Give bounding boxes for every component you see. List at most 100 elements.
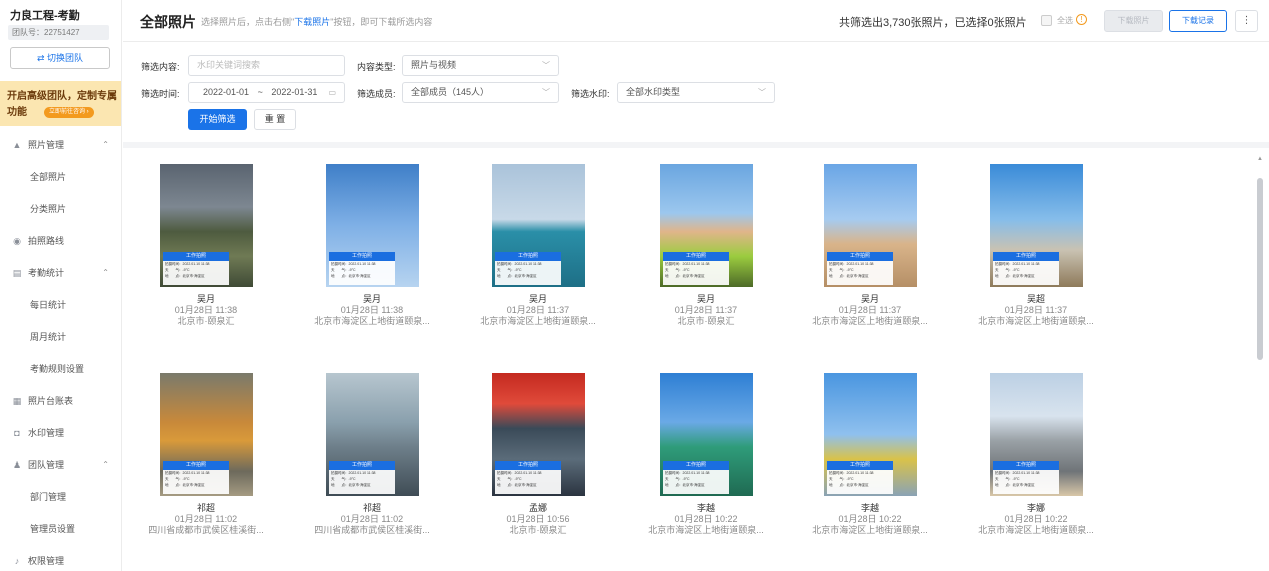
photo-location: 北京市海淀区上地街道颐泉... (978, 316, 1094, 326)
sidebar-item[interactable]: 分类照片 (0, 193, 121, 225)
content-type-label: 内容类型: (357, 62, 396, 72)
sidebar-item[interactable]: 每日统计 (0, 289, 121, 321)
sidebar-item[interactable]: ▲ 照片管理 ⌃ (0, 129, 121, 161)
reset-button[interactable]: 重 置 (254, 109, 296, 130)
scrollbar[interactable]: ▲ (1254, 156, 1264, 571)
watermark-overlay: 工作拍照 拍摄时间：2022.01.10 11:38 天 气：-9°C 地 点：北京市… (329, 461, 395, 494)
photo-thumbnail[interactable]: 工作拍照 拍摄时间：2022.01.10 11:38 天 气：-9°C 地 点：北京市… (160, 164, 253, 287)
photo-card[interactable]: 工作拍照 拍摄时间：2022.01.10 11:38 天 气：-9°C 地 点：北京市… (468, 148, 608, 348)
chevron-up-icon: ⌃ (102, 268, 109, 277)
sidebar-item-label: 权限管理 (28, 556, 65, 566)
sidebar-item[interactable]: ◉ 拍照路线 (0, 225, 121, 257)
watermark-select[interactable]: 全部水印类型 ﹀ (617, 82, 775, 103)
hint-text: "按钮，即可下载所选内容 (330, 17, 433, 27)
sidebar-item[interactable]: 部门管理 (0, 481, 121, 513)
promo-consult-button[interactable]: 立即前往咨询 › (44, 107, 94, 118)
date-separator: ~ (257, 87, 263, 97)
header-bar: 全部照片 选择照片后，点击右侧"下载照片"按钮，即可下载所选内容 共筛选出3,7… (123, 0, 1269, 42)
photo-thumbnail[interactable]: 工作拍照 拍摄时间：2022.01.10 11:38 天 气：-9°C 地 点：北京市… (326, 164, 419, 287)
sidebar-item[interactable]: ♪ 权限管理 (0, 545, 121, 571)
route-icon: ◉ (13, 236, 21, 246)
scrollbar-thumb[interactable] (1257, 178, 1263, 360)
content-type-select[interactable]: 照片与视频 ﹀ (402, 55, 559, 76)
watermark-title: 工作拍照 (163, 461, 229, 470)
watermark-title: 工作拍照 (495, 461, 561, 470)
keyword-search-input[interactable]: 水印关键词搜索 (188, 55, 345, 76)
photo-card[interactable]: 工作拍照 拍摄时间：2022.01.10 11:38 天 气：-9°C 地 点：北京市… (136, 357, 276, 557)
sidebar-item[interactable]: 管理员设置 (0, 513, 121, 545)
photo-thumbnail[interactable]: 工作拍照 拍摄时间：2022.01.10 11:38 天 气：-9°C 地 点：北京市… (824, 164, 917, 287)
photo-thumbnail[interactable]: 工作拍照 拍摄时间：2022.01.10 11:38 天 气：-9°C 地 点：北京市… (326, 373, 419, 496)
date-range-picker[interactable]: 2022-01-01 ~ 2022-01-31 ▭ (188, 82, 345, 103)
start-filter-button[interactable]: 开始筛选 (188, 109, 247, 130)
sidebar-item-label: 拍照路线 (28, 236, 65, 246)
photo-card[interactable]: 工作拍照 拍摄时间：2022.01.10 11:38 天 气：-9°C 地 点：北京市… (302, 148, 442, 348)
watermark-overlay: 工作拍照 拍摄时间：2022.01.10 11:38 天 气：-9°C 地 点：北京市… (163, 461, 229, 494)
photo-thumbnail[interactable]: 工作拍照 拍摄时间：2022.01.10 11:38 天 气：-9°C 地 点：北京市… (990, 373, 1083, 496)
watermark-title: 工作拍照 (329, 252, 395, 261)
photo-card[interactable]: 工作拍照 拍摄时间：2022.01.10 11:38 天 气：-9°C 地 点：北京市… (966, 357, 1106, 557)
watermark-title: 工作拍照 (993, 461, 1059, 470)
more-options-button[interactable]: ⋮ (1235, 10, 1258, 32)
photo-thumbnail[interactable]: 工作拍照 拍摄时间：2022.01.10 11:38 天 气：-9°C 地 点：北京市… (160, 373, 253, 496)
photo-location: 北京市海淀区上地街道颐泉... (978, 525, 1094, 535)
ledger-icon: ▦ (12, 396, 22, 406)
photo-card[interactable]: 工作拍照 拍摄时间：2022.01.10 11:38 天 气：-9°C 地 点：北京市… (800, 357, 940, 557)
photo-card[interactable]: 工作拍照 拍摄时间：2022.01.10 11:38 天 气：-9°C 地 点：北京市… (302, 357, 442, 557)
watermark-overlay: 工作拍照 拍摄时间：2022.01.10 11:38 天 气：-9°C 地 点：北京市… (663, 461, 729, 494)
download-photos-button[interactable]: 下载照片 (1104, 10, 1163, 32)
team-id: 团队号：22751427 (8, 25, 109, 40)
photo-thumbnail[interactable]: 工作拍照 拍摄时间：2022.01.10 11:38 天 气：-9°C 地 点：北京市… (660, 373, 753, 496)
photo-location: 四川省成都市武侯区桂溪街... (314, 525, 430, 535)
sidebar-item[interactable]: ▤ 考勤统计 ⌃ (0, 257, 121, 289)
watermark-title: 工作拍照 (993, 252, 1059, 261)
sidebar-item[interactable]: 考勤规则设置 (0, 353, 121, 385)
watermark-line: 地 点：北京市·海淀区 (995, 274, 1035, 278)
sidebar-item[interactable]: 全部照片 (0, 161, 121, 193)
select-all-checkbox[interactable] (1041, 15, 1052, 26)
watermark-line: 地 点：北京市·海淀区 (829, 483, 869, 487)
sidebar-item[interactable]: ♟ 团队管理 ⌃ (0, 449, 121, 481)
photo-location: 北京市·颐泉汇 (177, 316, 235, 326)
info-icon[interactable]: ! (1076, 14, 1087, 25)
photo-thumbnail[interactable]: 工作拍照 拍摄时间：2022.01.10 11:38 天 气：-9°C 地 点：北京市… (492, 164, 585, 287)
upgrade-promo-banner[interactable]: 开启高级团队，定制专属功能 立即前往咨询 › (0, 81, 121, 126)
watermark-overlay: 工作拍照 拍摄时间：2022.01.10 11:38 天 气：-9°C 地 点：北京市… (993, 461, 1059, 494)
content-type-value: 照片与视频 (411, 60, 457, 70)
sidebar-item-label: 考勤规则设置 (30, 364, 85, 374)
watermark-line: 地 点：北京市·海淀区 (665, 274, 705, 278)
sidebar-item[interactable]: 周月统计 (0, 321, 121, 353)
photo-card[interactable]: 工作拍照 拍摄时间：2022.01.10 11:38 天 气：-9°C 地 点：北京市… (800, 148, 940, 348)
watermark-overlay: 工作拍照 拍摄时间：2022.01.10 11:38 天 气：-9°C 地 点：北京市… (993, 252, 1059, 285)
photo-card[interactable]: 工作拍照 拍摄时间：2022.01.10 11:38 天 气：-9°C 地 点：北京市… (468, 357, 608, 557)
photo-thumbnail[interactable]: 工作拍照 拍摄时间：2022.01.10 11:38 天 气：-9°C 地 点：北京市… (990, 164, 1083, 287)
switch-team-button[interactable]: ⇄ 切换团队 (10, 47, 110, 69)
select-all-label[interactable]: 全选 (1057, 15, 1073, 26)
photo-gallery: ▲ 工作拍照 拍摄时间：2022.01.10 11:38 天 气：-9°C 地 点：北… (123, 142, 1269, 571)
watermark-title: 工作拍照 (827, 252, 893, 261)
photo-card[interactable]: 工作拍照 拍摄时间：2022.01.10 11:38 天 气：-9°C 地 点：北京市… (966, 148, 1106, 348)
photo-card[interactable]: 工作拍照 拍摄时间：2022.01.10 11:38 天 气：-9°C 地 点：北京市… (136, 148, 276, 348)
photo-thumbnail[interactable]: 工作拍照 拍摄时间：2022.01.10 11:38 天 气：-9°C 地 点：北京市… (824, 373, 917, 496)
sidebar-item[interactable]: ▦ 照片台账表 (0, 385, 121, 417)
filter-panel: 筛选内容: 水印关键词搜索 内容类型: 照片与视频 ﹀ 筛选时间: 2022-01… (123, 43, 1269, 141)
photo-card[interactable]: 工作拍照 拍摄时间：2022.01.10 11:38 天 气：-9°C 地 点：北京市… (636, 357, 776, 557)
sidebar-menu: ▲ 照片管理 ⌃ 全部照片分类照片 ◉ 拍照路线 ▤ 考勤统计 ⌃ 每日统计 周月统计考勤规则设置 ▦… (0, 129, 121, 571)
sidebar-item[interactable]: ◘ 水印管理 (0, 417, 121, 449)
chevron-down-icon: ﹀ (542, 61, 550, 70)
watermark-line: 地 点：北京市·海淀区 (497, 483, 537, 487)
download-records-button[interactable]: 下载记录 (1169, 10, 1227, 32)
member-label: 筛选成员: (357, 89, 396, 99)
member-value: 全部成员（145人） (411, 87, 490, 97)
page-hint: 选择照片后，点击右侧"下载照片"按钮，即可下载所选内容 (201, 15, 432, 28)
filter-content-label: 筛选内容: (141, 62, 180, 72)
bell-icon: ♪ (14, 556, 20, 566)
scroll-up-icon[interactable]: ▲ (1257, 156, 1263, 162)
photo-thumbnail[interactable]: 工作拍照 拍摄时间：2022.01.10 11:38 天 气：-9°C 地 点：北京市… (492, 373, 585, 496)
date-start: 2022-01-01 (203, 87, 250, 97)
photo-card[interactable]: 工作拍照 拍摄时间：2022.01.10 11:38 天 气：-9°C 地 点：北京市… (636, 148, 776, 348)
photo-thumbnail[interactable]: 工作拍照 拍摄时间：2022.01.10 11:38 天 气：-9°C 地 点：北京市… (660, 164, 753, 287)
sidebar-item-label: 全部照片 (30, 172, 67, 182)
team-icon: ♟ (12, 460, 22, 470)
member-select[interactable]: 全部成员（145人） ﹀ (402, 82, 559, 103)
